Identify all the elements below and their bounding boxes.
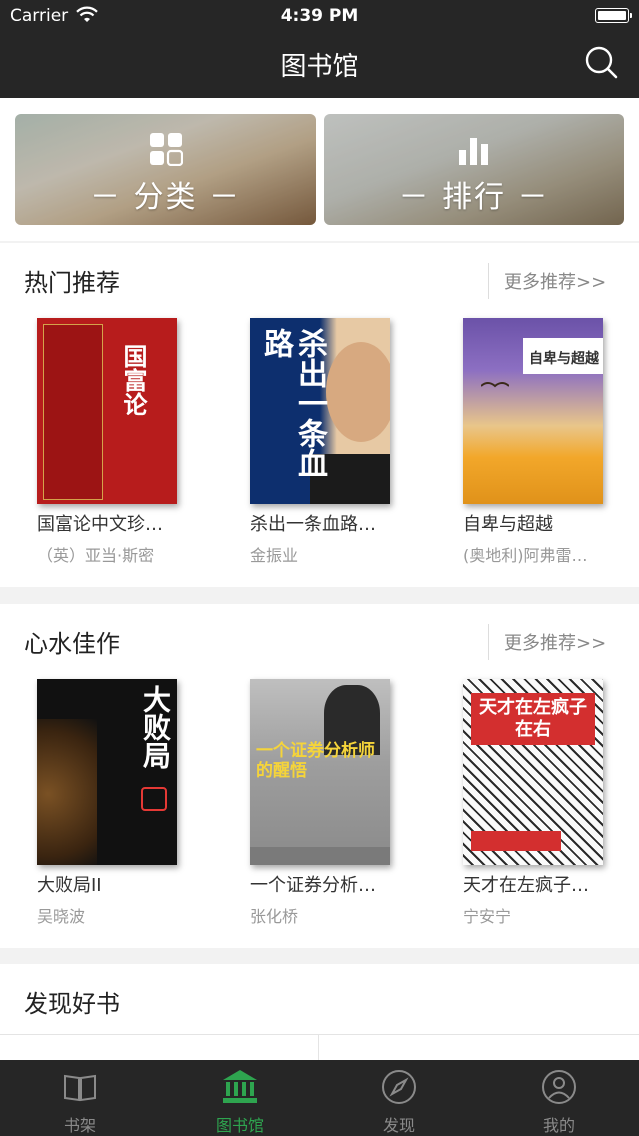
book-icon	[64, 1074, 96, 1102]
tab-label: 我的	[542, 1116, 575, 1135]
book-cover: 自卑与超越	[463, 318, 603, 504]
book-cover: 天才在左疯子在右	[463, 679, 603, 865]
bar-chart-icon	[459, 138, 488, 165]
more-link[interactable]: 更多推荐>>	[504, 268, 606, 294]
cover-band	[471, 831, 561, 851]
more-link[interactable]: 更多推荐>>	[504, 629, 606, 655]
user-icon	[542, 1070, 576, 1104]
divider	[318, 1034, 319, 1060]
book-title: 自卑与超越	[463, 514, 553, 535]
nav-bar: 图书馆	[0, 34, 639, 98]
tab-label: 发现	[382, 1116, 415, 1135]
tab-profile[interactable]: 我的	[479, 1060, 639, 1136]
book-author: 吴晓波	[37, 907, 86, 926]
book-card[interactable]: 杀出一条血路 杀出一条血路… 金振业	[250, 318, 390, 565]
book-cover: 杀出一条血路	[250, 318, 390, 504]
cover-title: 杀出一条血路	[258, 328, 327, 478]
section-title: 热门推荐	[24, 269, 120, 297]
book-author: 宁安宁	[463, 907, 512, 926]
book-title: 一个证券分析…	[250, 875, 376, 896]
ranking-label: － 排行 －	[398, 180, 550, 215]
cover-portrait	[326, 342, 390, 442]
cover-panel	[43, 324, 103, 500]
search-icon[interactable]	[583, 44, 619, 80]
library-icon	[223, 1070, 257, 1103]
cover-brush-art	[37, 719, 97, 865]
battery-icon	[595, 8, 632, 23]
book-cover: 一个证券分析师的醒悟	[250, 679, 390, 865]
status-bar: Carrier 4:39 PM	[0, 0, 639, 34]
tab-library[interactable]: 图书馆	[160, 1060, 320, 1136]
book-card[interactable]: 自卑与超越 自卑与超越 (奥地利)阿弗雷…	[463, 318, 603, 565]
divider	[488, 624, 489, 660]
cover-title: 自卑与超越	[529, 351, 599, 367]
book-card[interactable]: 大败局 大败局II 吴晓波	[37, 679, 177, 926]
cover-title: 国富论	[119, 344, 147, 416]
bird-icon	[481, 382, 509, 388]
cover-footer	[250, 847, 390, 865]
category-label: － 分类 －	[89, 180, 242, 215]
section-title: 心水佳作	[24, 630, 120, 658]
cover-badge	[141, 787, 167, 811]
compass-icon	[382, 1070, 416, 1104]
book-author: 张化桥	[250, 907, 299, 926]
divider	[488, 263, 489, 299]
book-title: 大败局II	[37, 875, 102, 896]
category-banner[interactable]: － 分类 －	[15, 114, 316, 225]
book-author: (奥地利)阿弗雷…	[463, 546, 588, 565]
cover-title: 天才在左疯子在右	[479, 697, 587, 740]
book-card[interactable]: 国富论 国富论中文珍… （英）亚当·斯密	[37, 318, 177, 565]
cover-title: 一个证券分析师的醒悟	[256, 741, 375, 781]
tab-label: 书架	[63, 1116, 96, 1135]
discover-section: 发现好书	[0, 964, 639, 1060]
hot-recommend-section: 热门推荐 更多推荐>> 国富论 国富论中文珍… （英）亚当·斯密 杀出一条血路 …	[0, 243, 639, 587]
book-title: 国富论中文珍…	[37, 514, 163, 535]
book-cover: 国富论	[37, 318, 177, 504]
ranking-banner[interactable]: － 排行 －	[324, 114, 624, 225]
banner-row: － 分类 － － 排行 －	[0, 98, 639, 241]
section-title: 发现好书	[24, 990, 120, 1018]
book-cover: 大败局	[37, 679, 177, 865]
clock: 4:39 PM	[280, 6, 359, 26]
book-title: 杀出一条血路…	[250, 514, 376, 535]
tab-bookshelf[interactable]: 书架	[0, 1060, 160, 1136]
grid-icon	[149, 133, 183, 166]
tab-bar: 书架 图书馆 发现 我的	[0, 1060, 639, 1136]
page-title: 图书馆	[280, 52, 359, 82]
book-title: 天才在左疯子…	[463, 875, 589, 896]
book-card[interactable]: 一个证券分析师的醒悟 一个证券分析… 张化桥	[250, 679, 390, 926]
cover-title: 大败局	[139, 685, 172, 769]
tab-label: 图书馆	[215, 1116, 264, 1135]
book-author: 金振业	[250, 546, 299, 565]
editors-pick-section: 心水佳作 更多推荐>> 大败局 大败局II 吴晓波 一个证券分析师的醒悟 一个证…	[0, 604, 639, 948]
book-author: （英）亚当·斯密	[37, 546, 155, 565]
divider	[0, 1034, 639, 1035]
tab-discover[interactable]: 发现	[319, 1060, 479, 1136]
book-card[interactable]: 天才在左疯子在右 天才在左疯子… 宁安宁	[463, 679, 603, 926]
